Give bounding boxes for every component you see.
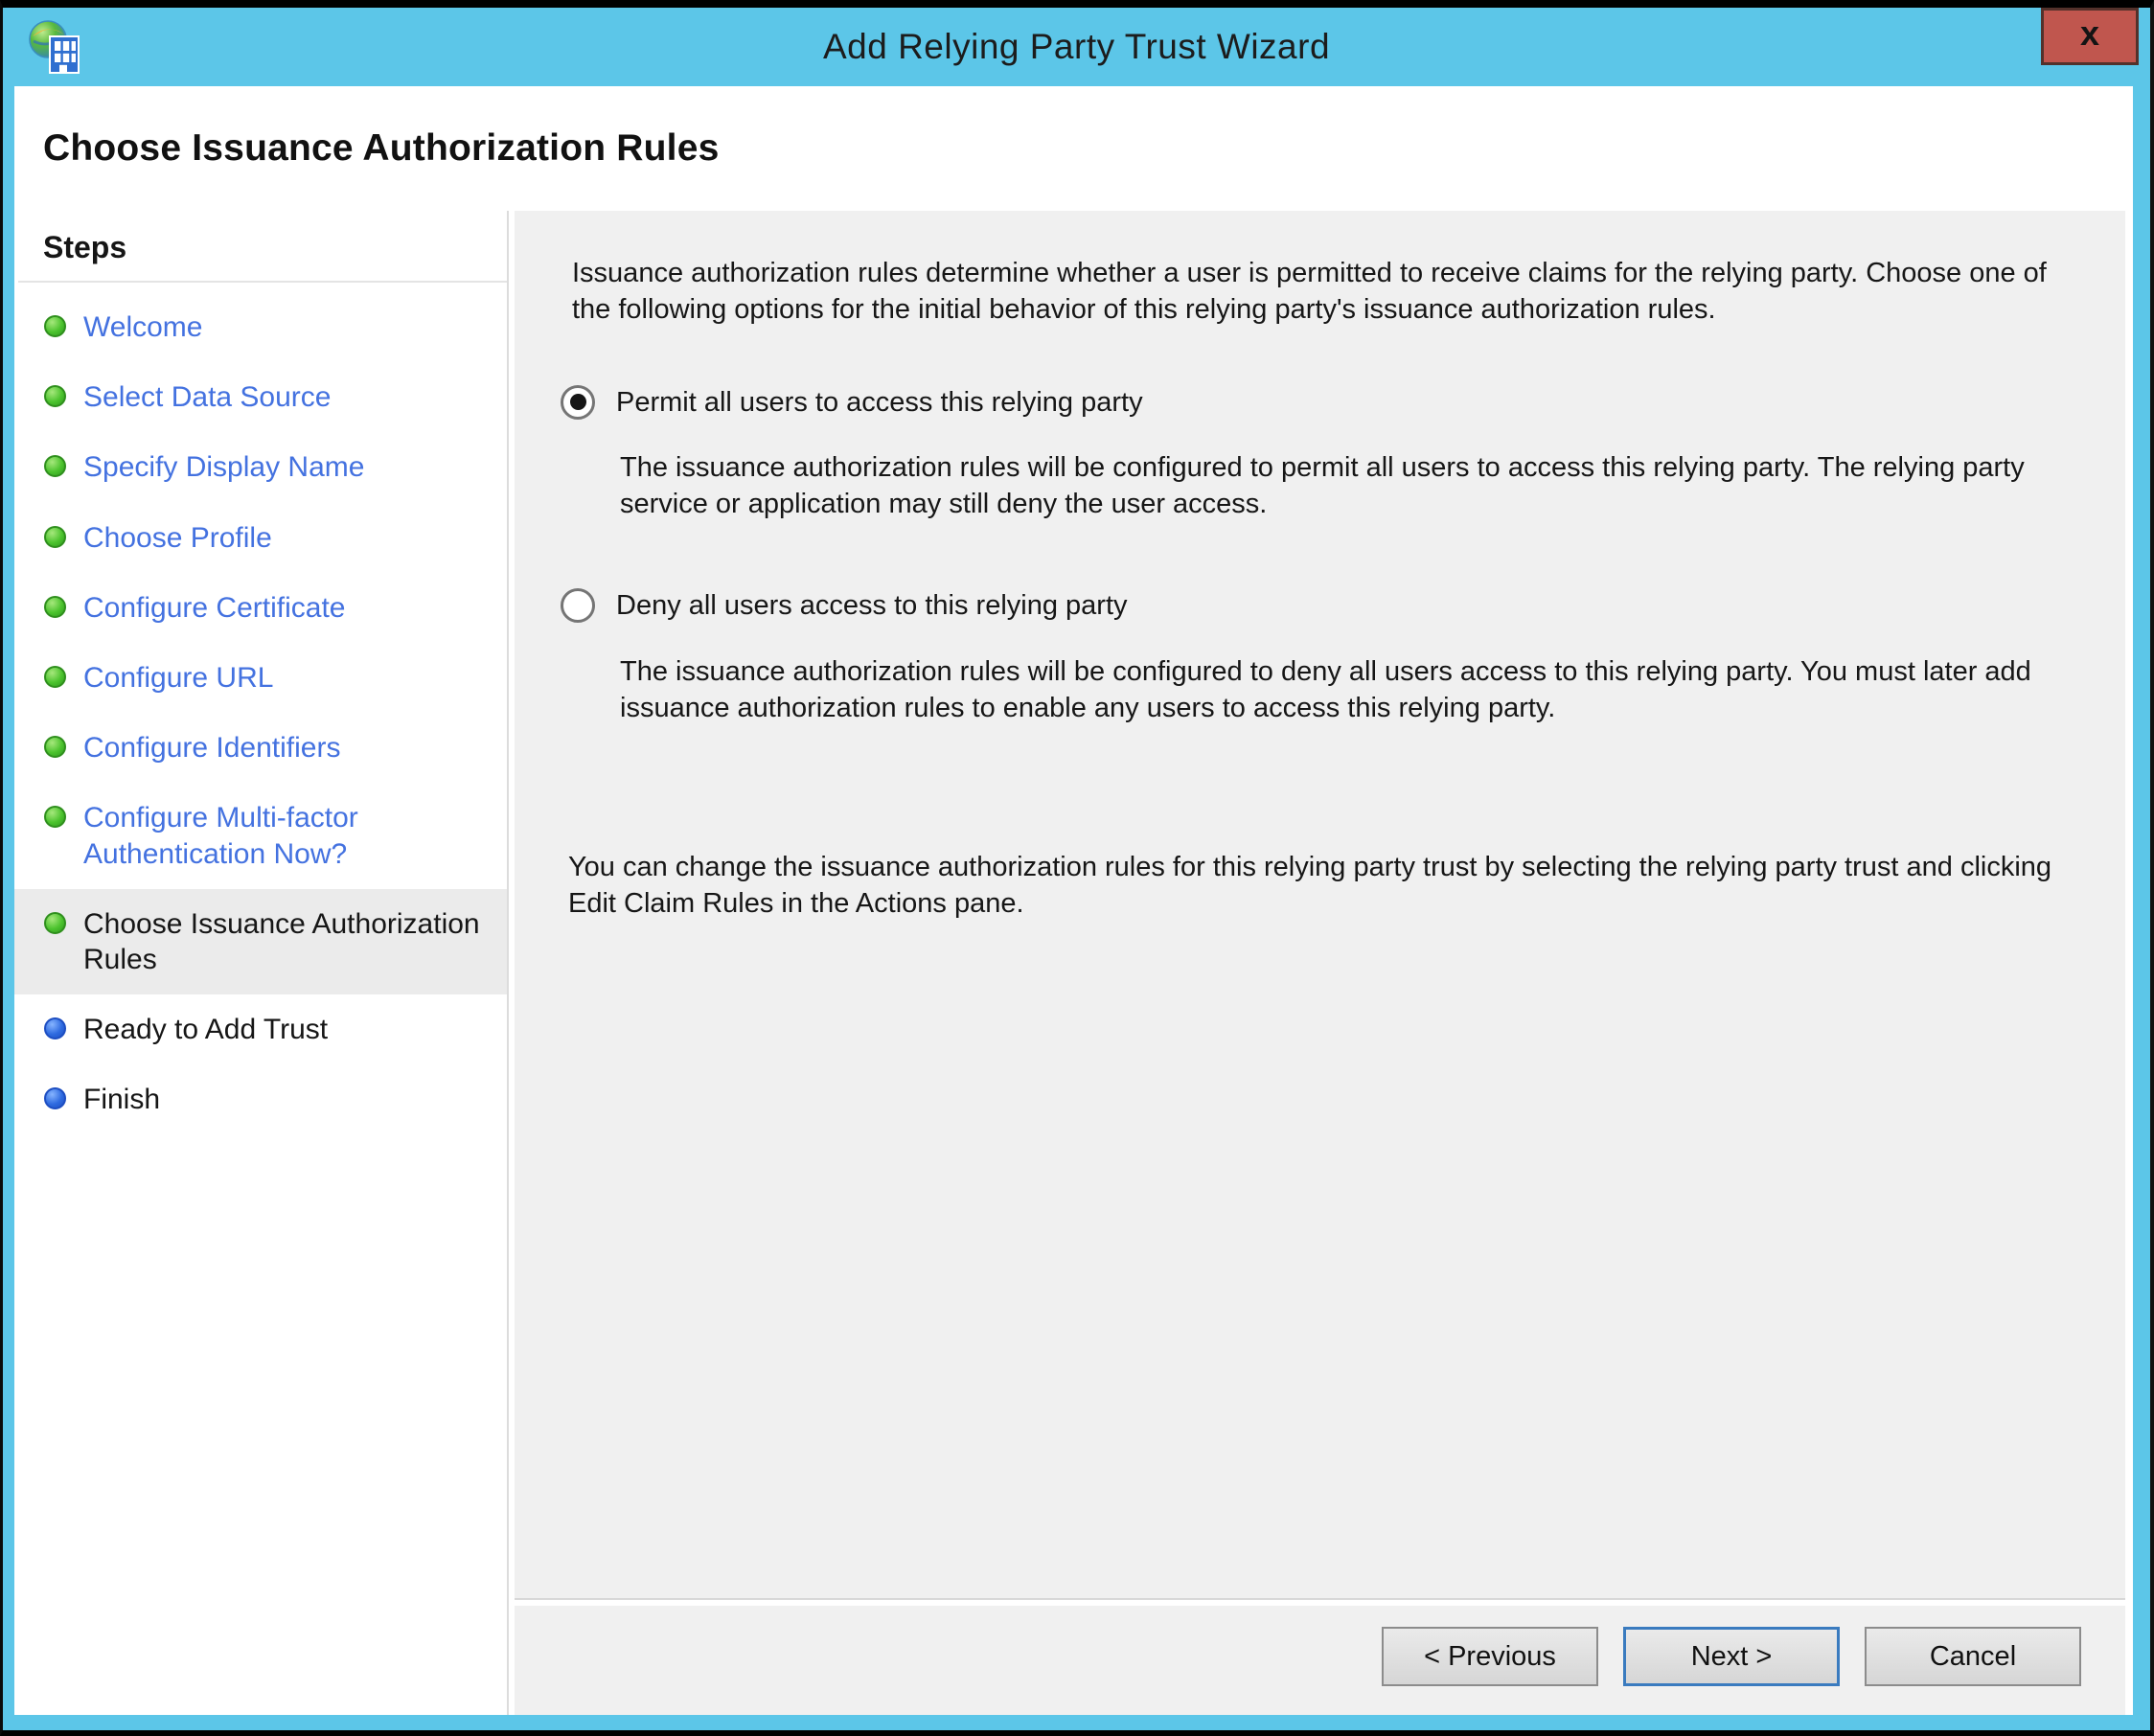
step-status-icon bbox=[44, 315, 66, 337]
close-button[interactable]: x bbox=[2041, 8, 2139, 65]
cancel-button[interactable]: Cancel bbox=[1865, 1627, 2081, 1686]
step-status-icon bbox=[44, 595, 66, 618]
radio-option-row[interactable]: Permit all users to access this relying … bbox=[561, 384, 2093, 421]
button-bar: < Previous Next > Cancel bbox=[515, 1606, 2125, 1715]
step-label: Specify Display Name bbox=[83, 451, 365, 484]
step-item[interactable]: Choose Issuance Authorization Rules bbox=[14, 888, 507, 995]
step-label: Configure Certificate bbox=[83, 591, 346, 624]
wizard-content: Issuance authorization rules determine w… bbox=[515, 211, 2125, 1598]
step-item[interactable]: Ready to Add Trust bbox=[14, 994, 507, 1064]
step-status-icon bbox=[44, 385, 66, 408]
step-item[interactable]: Configure Certificate bbox=[14, 573, 507, 643]
intro-text: Issuance authorization rules determine w… bbox=[572, 258, 2047, 326]
titlebar: Add Relying Party Trust Wizard x bbox=[3, 8, 2150, 86]
step-status-icon bbox=[44, 911, 66, 934]
buttonbar-divider bbox=[515, 1598, 2125, 1606]
step-label: Configure URL bbox=[83, 661, 274, 694]
step-label: Choose Profile bbox=[83, 521, 272, 554]
previous-button[interactable]: < Previous bbox=[1382, 1627, 1598, 1686]
step-label: Select Data Source bbox=[83, 381, 332, 414]
radio-button[interactable] bbox=[561, 384, 595, 420]
step-label: Ready to Add Trust bbox=[83, 1014, 329, 1046]
step-label: Welcome bbox=[83, 311, 203, 343]
wizard-panel: Choose Issuance Authorization Rules Step… bbox=[14, 86, 2133, 1715]
radio-option-description: The issuance authorization rules will be… bbox=[620, 451, 2025, 520]
step-status-icon bbox=[44, 1087, 66, 1110]
steps-sidebar: Steps Welcome Select Data Source Specify… bbox=[14, 211, 509, 1715]
step-status-icon bbox=[44, 736, 66, 759]
steps-heading: Steps bbox=[43, 230, 127, 264]
step-item[interactable]: Specify Display Name bbox=[14, 432, 507, 502]
step-status-icon bbox=[44, 525, 66, 548]
options-group: Permit all users to access this relying … bbox=[561, 384, 2093, 727]
page-header: Choose Issuance Authorization Rules bbox=[14, 86, 2133, 211]
radio-option-label: Deny all users access to this relying pa… bbox=[616, 590, 1128, 622]
step-item[interactable]: Configure Identifiers bbox=[14, 713, 507, 783]
radio-option-label: Permit all users to access this relying … bbox=[616, 386, 1143, 418]
wizard-window: Add Relying Party Trust Wizard x Choose … bbox=[0, 0, 2154, 1736]
radio-button[interactable] bbox=[561, 588, 595, 624]
step-item[interactable]: Configure Multi-factor Authentication No… bbox=[14, 783, 507, 888]
radio-option: Deny all users access to this relying pa… bbox=[561, 587, 2093, 726]
note-text: You can change the issuance authorizatio… bbox=[568, 852, 2052, 920]
step-item[interactable]: Select Data Source bbox=[14, 362, 507, 432]
step-label: Finish bbox=[83, 1084, 161, 1116]
step-label: Configure Identifiers bbox=[83, 732, 341, 765]
step-item[interactable]: Finish bbox=[14, 1064, 507, 1134]
step-status-icon bbox=[44, 806, 66, 829]
steps-list: Welcome Select Data Source Specify Displ… bbox=[14, 292, 507, 1134]
steps-divider bbox=[18, 281, 507, 283]
step-item[interactable]: Welcome bbox=[14, 292, 507, 362]
step-status-icon bbox=[44, 455, 66, 478]
page-title: Choose Issuance Authorization Rules bbox=[43, 127, 720, 169]
radio-option-description: The issuance authorization rules will be… bbox=[620, 655, 2031, 723]
radio-option-row[interactable]: Deny all users access to this relying pa… bbox=[561, 587, 2093, 624]
step-item[interactable]: Choose Profile bbox=[14, 503, 507, 573]
radio-option: Permit all users to access this relying … bbox=[561, 384, 2093, 523]
step-label: Configure Multi-factor Authentication No… bbox=[83, 802, 358, 870]
step-label: Choose Issuance Authorization Rules bbox=[83, 907, 480, 975]
window-title: Add Relying Party Trust Wizard bbox=[822, 27, 1331, 66]
step-status-icon bbox=[44, 665, 66, 688]
step-item[interactable]: Configure URL bbox=[14, 643, 507, 713]
step-status-icon bbox=[44, 1017, 66, 1040]
next-button[interactable]: Next > bbox=[1623, 1627, 1840, 1686]
